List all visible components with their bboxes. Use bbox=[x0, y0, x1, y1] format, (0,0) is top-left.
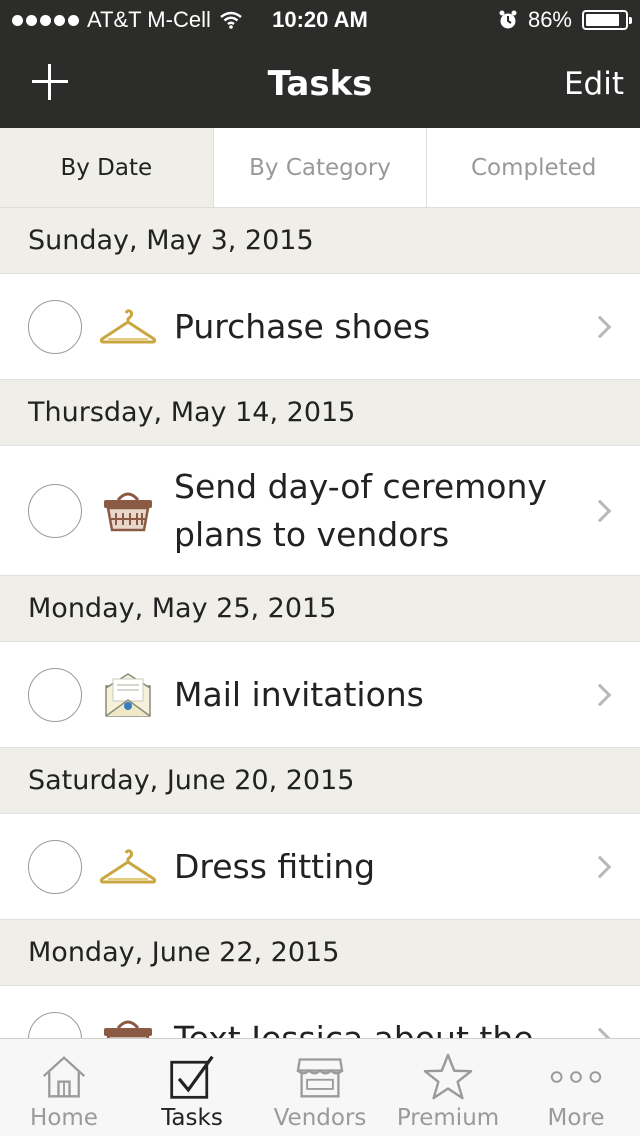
tab-bar-label: More bbox=[547, 1105, 605, 1131]
task-title: Dress fitting bbox=[174, 846, 376, 886]
envelope-icon bbox=[98, 665, 158, 725]
tab-by-category[interactable]: By Category bbox=[212, 128, 427, 207]
navigation-bar: Tasks Edit bbox=[0, 40, 640, 128]
status-right: 86% bbox=[498, 7, 632, 33]
tab-bar-item-premium[interactable]: Premium bbox=[384, 1039, 512, 1136]
chevron-right-icon bbox=[588, 315, 612, 338]
complete-task-checkbox[interactable] bbox=[28, 1011, 82, 1038]
chevron-right-icon bbox=[588, 683, 612, 706]
complete-task-checkbox[interactable] bbox=[28, 483, 82, 538]
chevron-right-icon bbox=[588, 855, 612, 878]
tab-by-date[interactable]: By Date bbox=[0, 128, 213, 207]
alarm-clock-icon bbox=[499, 10, 517, 29]
complete-task-checkbox[interactable] bbox=[28, 667, 82, 722]
task-row[interactable]: Mail invitations bbox=[0, 642, 640, 748]
page-title: Tasks bbox=[267, 64, 373, 104]
chevron-right-icon bbox=[588, 1027, 612, 1038]
battery-icon bbox=[582, 10, 632, 30]
hanger-icon bbox=[98, 297, 158, 357]
task-title: Send day-of ceremony plans to vendors bbox=[174, 466, 547, 554]
task-title: Text Jessica about the bbox=[174, 1018, 534, 1039]
hanger-icon bbox=[98, 837, 158, 897]
tab-bar-item-tasks[interactable]: Tasks bbox=[128, 1039, 256, 1136]
edit-button[interactable]: Edit bbox=[564, 66, 624, 102]
tab-bar-label: Vendors bbox=[273, 1105, 367, 1131]
tab-completed[interactable]: Completed bbox=[426, 128, 640, 207]
tab-bar-label: Home bbox=[30, 1105, 98, 1131]
task-row[interactable]: Purchase shoes bbox=[0, 274, 640, 380]
date-section-header: Thursday, May 14, 2015 bbox=[0, 380, 640, 446]
tab-bar-item-vendors[interactable]: Vendors bbox=[256, 1039, 384, 1136]
tab-bar-label: Tasks bbox=[161, 1105, 223, 1131]
battery-fill bbox=[586, 14, 619, 26]
house-icon bbox=[34, 1049, 94, 1105]
task-title: Purchase shoes bbox=[174, 306, 431, 346]
date-section-header: Saturday, June 20, 2015 bbox=[0, 748, 640, 814]
task-row[interactable]: Send day-of ceremony plans to vendors bbox=[0, 446, 640, 576]
date-section-header: Monday, May 25, 2015 bbox=[0, 576, 640, 642]
basket-icon bbox=[98, 481, 158, 541]
checkbox-icon bbox=[162, 1049, 222, 1105]
basket-icon bbox=[98, 1009, 158, 1038]
tab-bar-label: Premium bbox=[396, 1105, 500, 1131]
tab-bar: Home Tasks Vendors Premium More bbox=[0, 1038, 640, 1136]
task-list: Sunday, May 3, 2015 Purchase shoes Thursda… bbox=[0, 208, 640, 1038]
complete-task-checkbox[interactable] bbox=[28, 839, 82, 894]
status-bar: AT&T M-Cell 10:20 AM 86% bbox=[0, 0, 640, 40]
task-row[interactable]: Dress fitting bbox=[0, 814, 640, 920]
more-dots-icon bbox=[546, 1049, 606, 1105]
segmented-control: By Date By Category Completed bbox=[0, 128, 640, 208]
task-title: Mail invitations bbox=[174, 674, 424, 714]
date-section-header: Sunday, May 3, 2015 bbox=[0, 208, 640, 274]
tab-bar-item-home[interactable]: Home bbox=[0, 1039, 128, 1136]
task-row[interactable]: Text Jessica about the bbox=[0, 986, 640, 1038]
tab-bar-item-more[interactable]: More bbox=[512, 1039, 640, 1136]
chevron-right-icon bbox=[588, 499, 612, 522]
star-icon bbox=[418, 1049, 478, 1105]
storefront-icon bbox=[290, 1049, 350, 1105]
battery-percent: 86% bbox=[527, 7, 572, 32]
complete-task-checkbox[interactable] bbox=[28, 299, 82, 354]
date-section-header: Monday, June 22, 2015 bbox=[0, 920, 640, 986]
